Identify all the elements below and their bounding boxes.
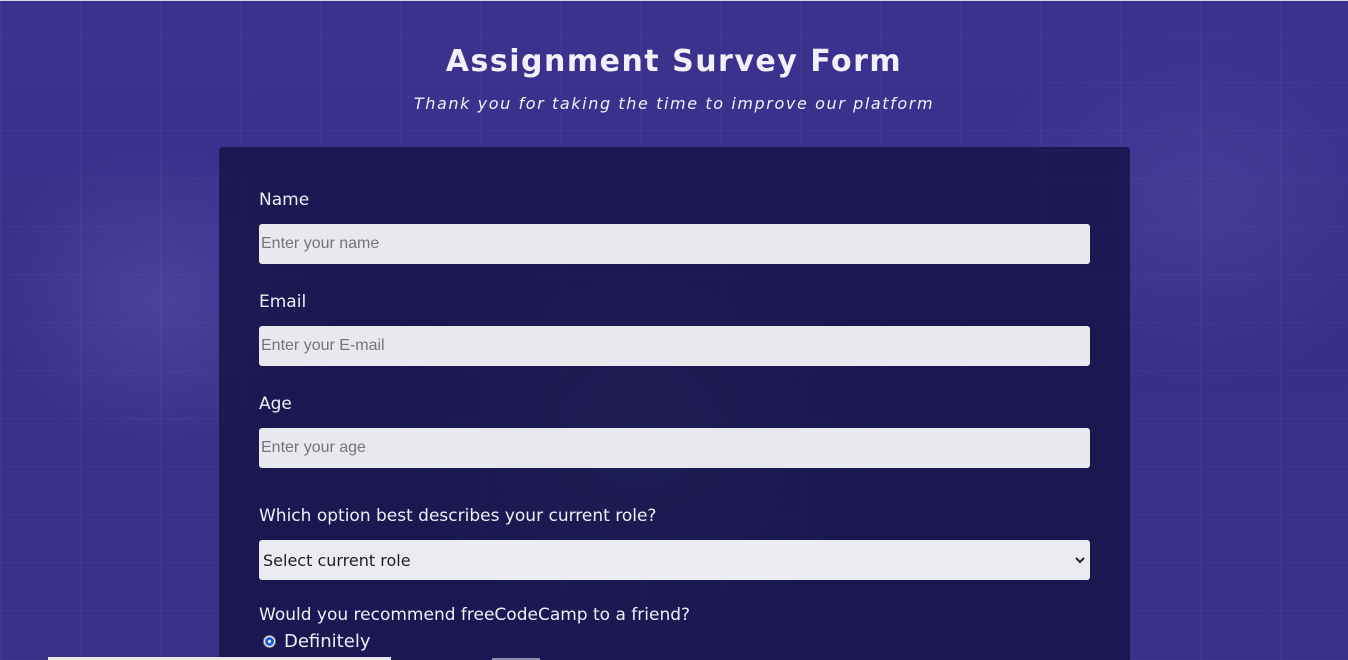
page-subtitle: Thank you for taking the time to improve… [413, 94, 935, 113]
role-label: Which option best describes your current… [259, 506, 657, 526]
recommend-option-definitely[interactable]: Definitely [263, 631, 370, 652]
top-border [0, 0, 1348, 1]
radio-label-definitely: Definitely [284, 631, 371, 652]
email-input[interactable] [259, 326, 1090, 366]
chevron-down-icon [1074, 554, 1086, 566]
radio-button-definitely[interactable] [263, 635, 276, 648]
survey-form: Name Email Age Which option best describ… [219, 147, 1130, 660]
age-input[interactable] [259, 428, 1090, 468]
age-label: Age [259, 394, 292, 414]
name-input[interactable] [259, 224, 1090, 264]
role-dropdown[interactable]: Select current role [259, 540, 1090, 580]
name-label: Name [259, 190, 310, 210]
radio-checked-indicator [265, 637, 274, 646]
recommend-label: Would you recommend freeCodeCamp to a fr… [259, 605, 691, 625]
page-title: Assignment Survey Form [445, 44, 903, 79]
role-dropdown-value: Select current role [263, 550, 411, 570]
email-label: Email [259, 292, 307, 312]
